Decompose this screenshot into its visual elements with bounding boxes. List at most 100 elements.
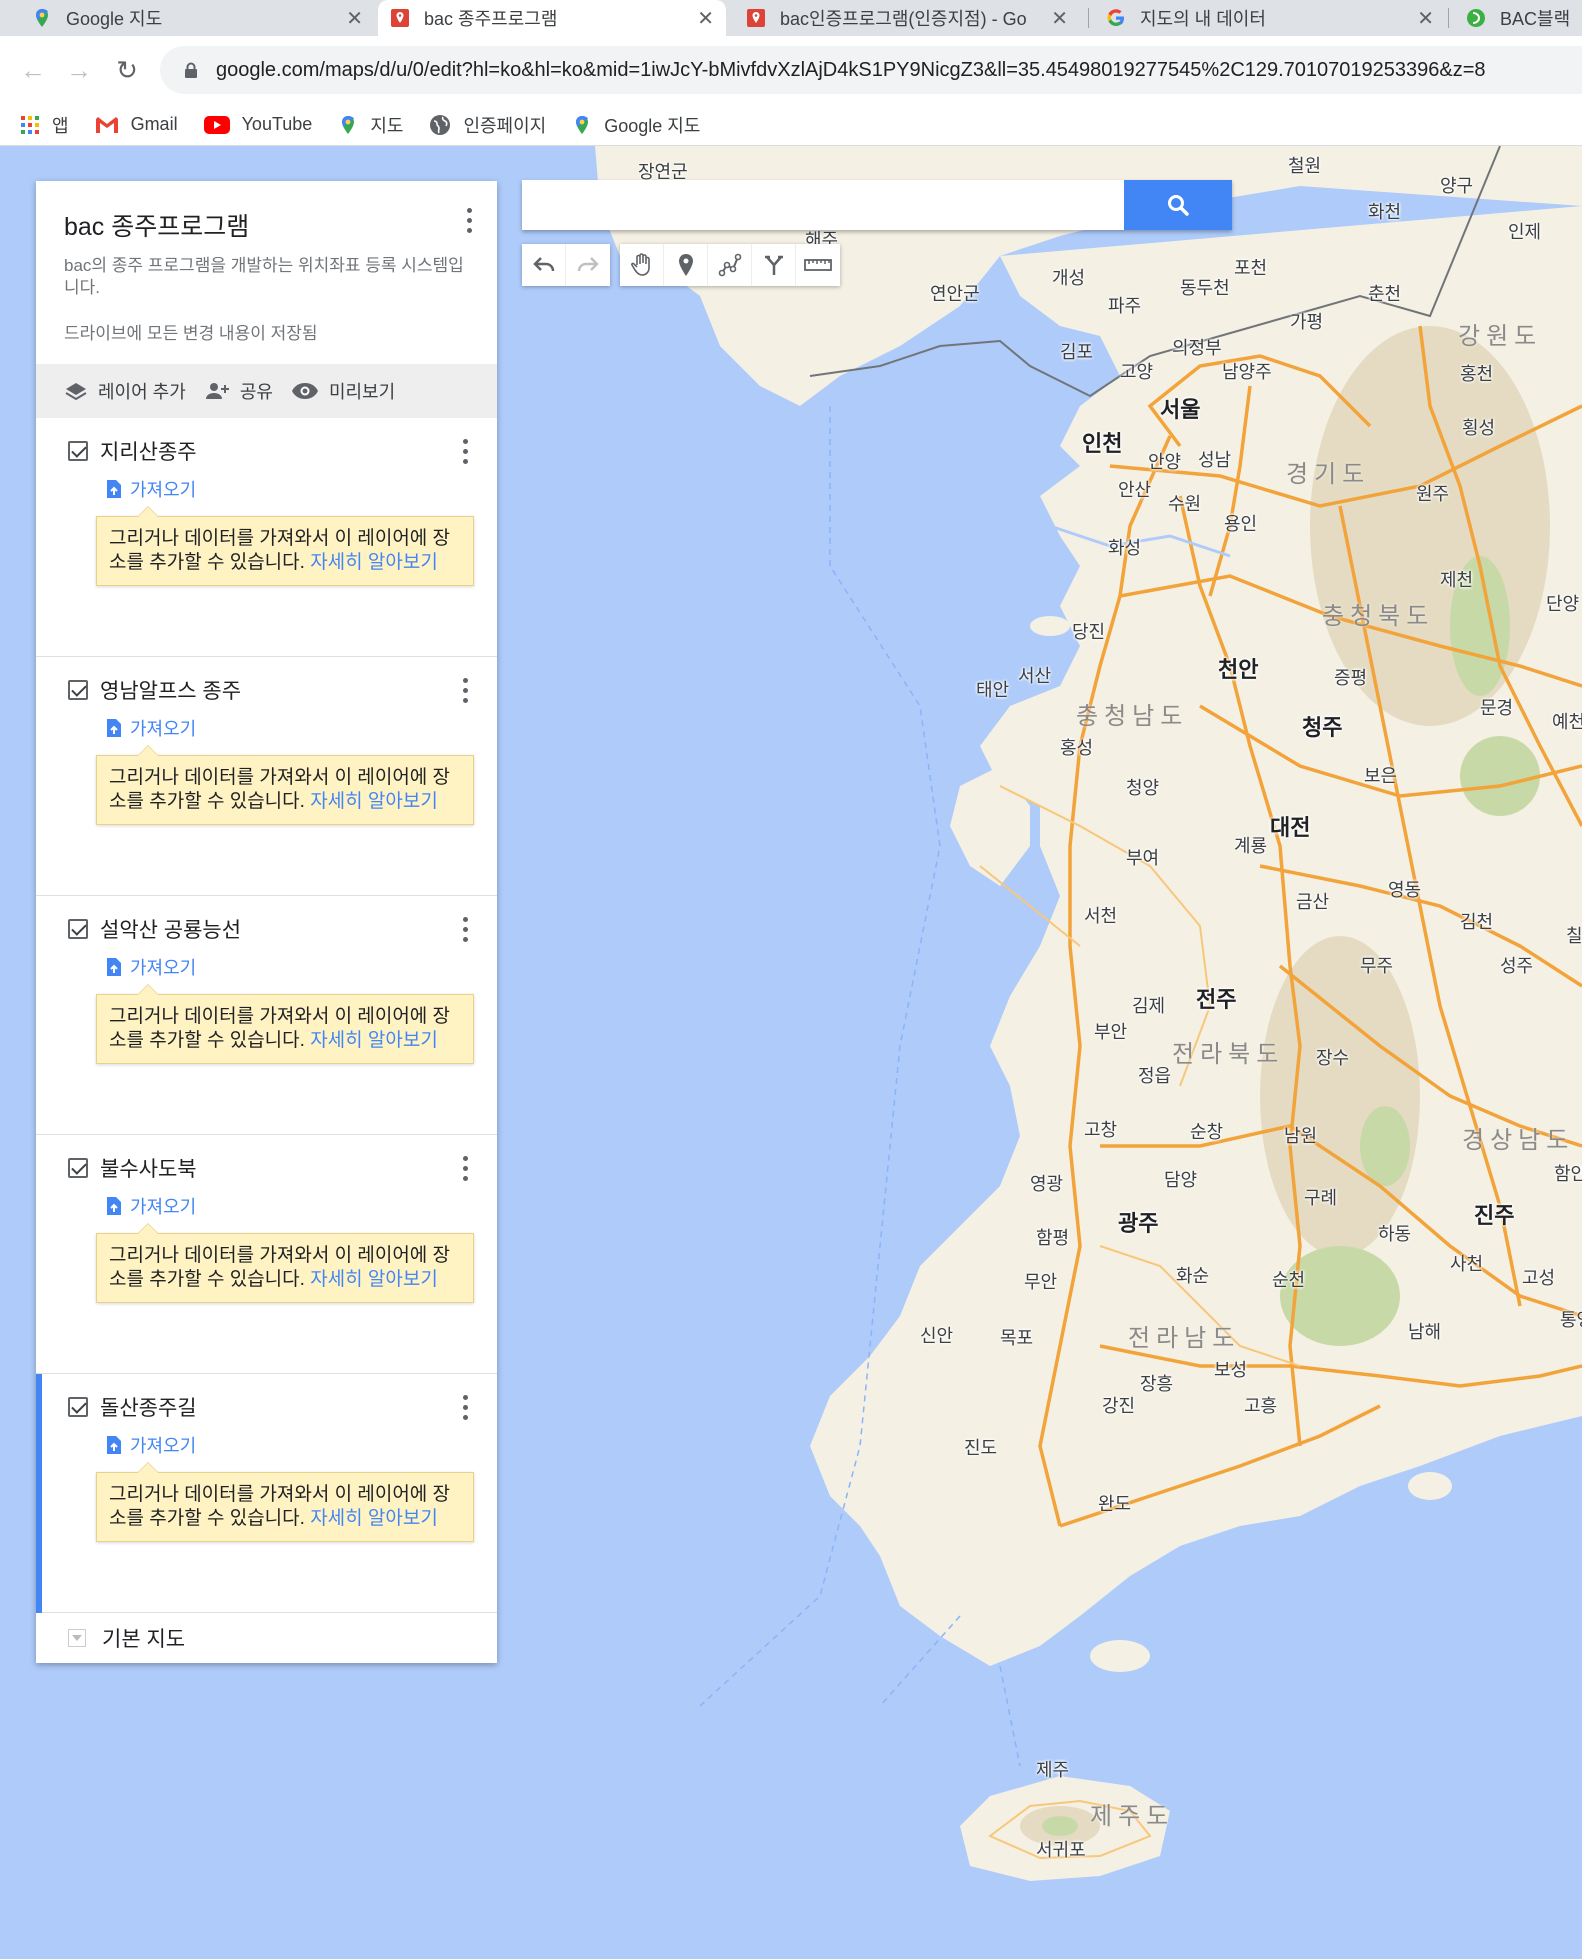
tab-bac-cert[interactable]: bac인증프로그램(인증지점) - Go ✕	[734, 0, 1080, 36]
learn-more-link[interactable]: 자세히 알아보기	[310, 552, 438, 573]
base-map-section[interactable]: 기본 지도	[36, 1613, 497, 1663]
learn-more-link[interactable]: 자세히 알아보기	[310, 1508, 438, 1529]
learn-more-link[interactable]: 자세히 알아보기	[310, 1269, 438, 1290]
layer-visibility-checkbox[interactable]	[68, 1158, 88, 1178]
layer-visibility-checkbox[interactable]	[68, 919, 88, 939]
layer-options-menu-icon[interactable]	[455, 1392, 475, 1422]
bookmark-gmail[interactable]: Gmail	[95, 114, 178, 135]
base-map-label: 기본 지도	[102, 1628, 186, 1651]
bookmark-label: 앱	[52, 115, 69, 136]
add-layer-button[interactable]: 레이어 추가	[64, 378, 186, 404]
pan-button[interactable]	[620, 244, 664, 286]
add-marker-button[interactable]	[664, 244, 708, 286]
share-button[interactable]: 공유	[204, 378, 273, 404]
bookmark-cert-page[interactable]: 인증페이지	[429, 112, 546, 138]
map-options-menu-icon[interactable]	[459, 205, 479, 235]
bookmark-apps[interactable]: 앱	[20, 112, 69, 138]
map-label-province: 경상남도	[1462, 1127, 1575, 1154]
search-input[interactable]	[522, 180, 1122, 230]
layer-item-selected[interactable]: 돌산종주길 가져오기 그리거나 데이터를 가져와서 이 레이어에 장소를 추가할…	[36, 1374, 497, 1613]
import-link[interactable]: 가져오기	[106, 1432, 497, 1458]
learn-more-link[interactable]: 자세히 알아보기	[310, 791, 438, 812]
tab-bac-program[interactable]: bac 종주프로그램 ✕	[378, 0, 726, 36]
layers-panel: bac 종주프로그램 bac의 종주 프로그램을 개발하는 위치좌표 등록 시스…	[36, 181, 497, 1663]
layer-name[interactable]: 불수사도북	[100, 1153, 197, 1183]
reload-icon[interactable]: ↻	[110, 54, 144, 86]
undo-button[interactable]	[522, 244, 566, 286]
preview-button[interactable]: 미리보기	[291, 378, 395, 404]
map-title[interactable]: bac 종주프로그램	[64, 207, 469, 243]
layer-name[interactable]: 영남알프스 종주	[100, 675, 241, 705]
layer-item[interactable]: 설악산 공룡능선 가져오기 그리거나 데이터를 가져와서 이 레이어에 장소를 …	[36, 896, 497, 1135]
search-button[interactable]	[1124, 180, 1232, 230]
forward-arrow-icon[interactable]: →	[62, 54, 96, 86]
map-label-city: 인제	[1508, 222, 1542, 242]
map-label-city: 진주	[1474, 1203, 1515, 1228]
layer-options-menu-icon[interactable]	[455, 914, 475, 944]
tab-separator	[1088, 8, 1089, 28]
import-file-icon	[107, 1197, 121, 1215]
layer-hint-box: 그리거나 데이터를 가져와서 이 레이어에 장소를 추가할 수 있습니다. 자세…	[96, 745, 474, 825]
tab-separator	[1448, 8, 1449, 28]
layer-item[interactable]: 지리산종주 가져오기 그리거나 데이터를 가져와서 이 레이어에 장소를 추가할…	[36, 418, 497, 657]
learn-more-link[interactable]: 자세히 알아보기	[310, 1030, 438, 1051]
map-label-city: 영동	[1388, 880, 1422, 900]
close-icon[interactable]: ✕	[1417, 6, 1434, 31]
expand-arrow-icon[interactable]	[68, 1629, 86, 1647]
redo-button[interactable]	[566, 244, 610, 286]
map-description[interactable]: bac의 종주 프로그램을 개발하는 위치좌표 등록 시스템입니다.	[64, 255, 464, 299]
import-link[interactable]: 가져오기	[106, 1193, 497, 1219]
map-label-city: 강진	[1102, 1396, 1136, 1416]
close-icon[interactable]: ✕	[1051, 6, 1068, 31]
bookmark-maps[interactable]: 지도	[338, 112, 403, 138]
history-group	[522, 244, 610, 286]
layer-visibility-checkbox[interactable]	[68, 441, 88, 461]
map-label-city: 춘천	[1368, 284, 1402, 304]
add-person-icon	[205, 383, 229, 399]
import-link[interactable]: 가져오기	[106, 715, 497, 741]
layer-options-menu-icon[interactable]	[455, 1153, 475, 1183]
import-label: 가져오기	[130, 1436, 197, 1456]
layer-name[interactable]: 돌산종주길	[100, 1392, 197, 1422]
layer-name[interactable]: 지리산종주	[100, 436, 197, 466]
layer-item[interactable]: 불수사도북 가져오기 그리거나 데이터를 가져와서 이 레이어에 장소를 추가할…	[36, 1135, 497, 1374]
import-link[interactable]: 가져오기	[106, 476, 497, 502]
layer-name[interactable]: 설악산 공룡능선	[100, 914, 241, 944]
layer-visibility-checkbox[interactable]	[68, 680, 88, 700]
marker-icon	[678, 254, 693, 276]
draw-line-button[interactable]	[708, 244, 752, 286]
map-label-city: 계룡	[1234, 836, 1268, 856]
lock-icon[interactable]	[184, 62, 198, 78]
panel-header: bac 종주프로그램 bac의 종주 프로그램을 개발하는 위치좌표 등록 시스…	[36, 181, 497, 364]
map-label-city: 대전	[1270, 815, 1311, 840]
tab-title: BAC블랙야	[1500, 9, 1570, 29]
youtube-icon	[203, 115, 230, 134]
layer-options-menu-icon[interactable]	[455, 436, 475, 466]
map-label-city: 의정부	[1172, 338, 1222, 358]
address-bar[interactable]: google.com/maps/d/u/0/edit?hl=ko&hl=ko&m…	[160, 46, 1582, 94]
measure-button[interactable]	[796, 244, 840, 286]
map-label-city: 문경	[1480, 698, 1514, 718]
map-label-city: 가평	[1290, 312, 1324, 332]
import-link[interactable]: 가져오기	[106, 954, 497, 980]
import-file-icon	[107, 719, 121, 737]
import-file-icon	[107, 1436, 121, 1454]
directions-button[interactable]	[752, 244, 796, 286]
tab-title: bac인증프로그램(인증지점) - Go	[780, 9, 1027, 29]
layer-hint-box: 그리거나 데이터를 가져와서 이 레이어에 장소를 추가할 수 있습니다. 자세…	[96, 1462, 474, 1542]
layer-item[interactable]: 영남알프스 종주 가져오기 그리거나 데이터를 가져와서 이 레이어에 장소를 …	[36, 657, 497, 896]
layer-visibility-checkbox[interactable]	[68, 1397, 88, 1417]
tab-bac-blackyak[interactable]: BAC블랙야	[1454, 0, 1582, 36]
search-icon	[1168, 195, 1189, 216]
map-label-city: 제주	[1036, 1760, 1070, 1780]
tab-google-maps[interactable]: Google 지도 ✕	[20, 0, 375, 36]
tab-my-data[interactable]: 지도의 내 데이터 ✕	[1094, 0, 1446, 36]
back-arrow-icon[interactable]: ←	[16, 54, 50, 86]
map-label-city: 화천	[1368, 202, 1402, 222]
bookmark-youtube[interactable]: YouTube	[203, 114, 312, 135]
close-icon[interactable]: ✕	[346, 6, 363, 31]
bookmark-google-maps[interactable]: Google 지도	[572, 112, 700, 138]
layer-options-menu-icon[interactable]	[455, 675, 475, 705]
close-icon[interactable]: ✕	[697, 6, 714, 31]
draw-tools-group	[620, 244, 840, 286]
